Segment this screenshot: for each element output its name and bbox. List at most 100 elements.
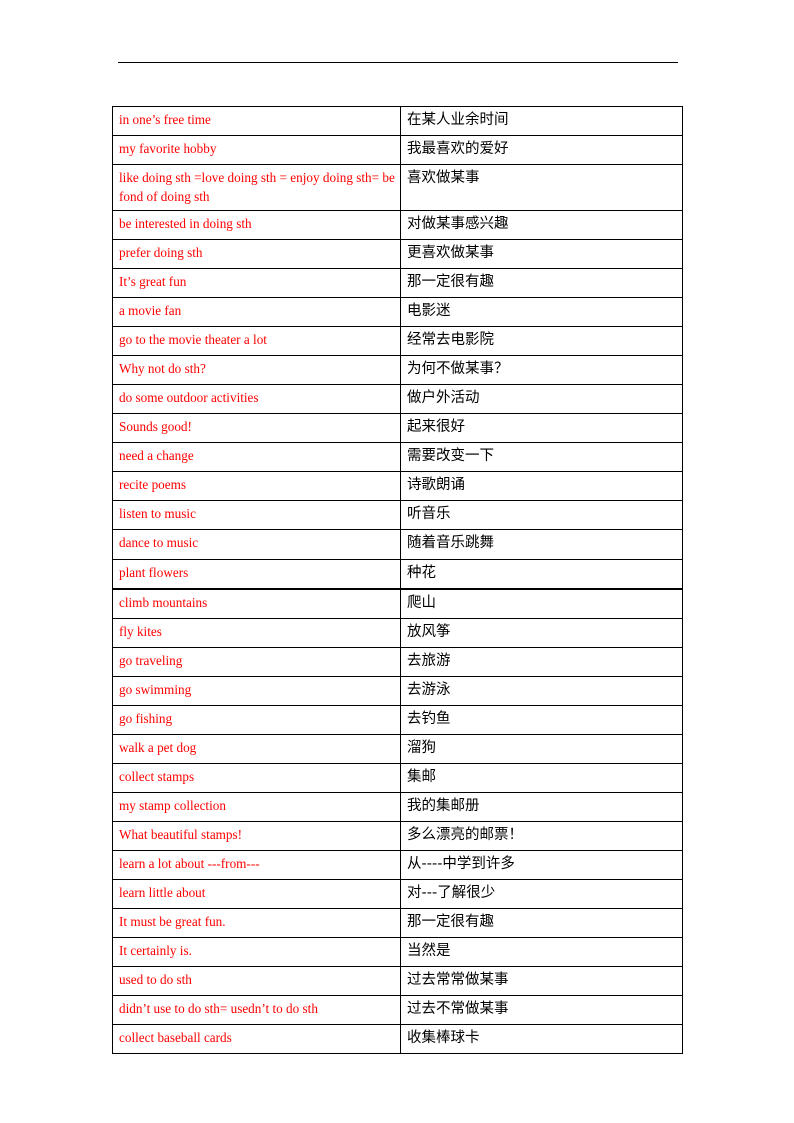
cell-chinese: 多么漂亮的邮票！ (400, 820, 683, 851)
cell-chinese: 种花 (400, 558, 683, 590)
cell-chinese: 电影迷 (400, 297, 683, 328)
cell-chinese: 放风筝 (400, 617, 683, 648)
cell-english: go fishing (112, 704, 401, 735)
cell-english: What beautiful stamps! (112, 820, 401, 851)
cell-chinese: 经常去电影院 (400, 326, 683, 357)
cell-english: learn little about (112, 878, 401, 909)
table-row: in one’s free time 在某人业余时间 (112, 105, 683, 137)
cell-english: dance to music (112, 529, 401, 560)
cell-english: be interested in doing sth (112, 210, 401, 241)
cell-english: need a change (112, 442, 401, 473)
cell-chinese: 过去常常做某事 (400, 965, 683, 996)
cell-english: fly kites (112, 617, 401, 648)
table-row: listen to music 听音乐 (112, 500, 683, 531)
cell-chinese: 对做某事感兴趣 (400, 210, 683, 241)
cell-chinese: 过去不常做某事 (400, 994, 683, 1025)
cell-chinese: 对---了解很少 (400, 878, 683, 909)
table-row: prefer doing sth 更喜欢做某事 (112, 239, 683, 270)
table-row: collect stamps 集邮 (112, 762, 683, 793)
cell-chinese: 爬山 (400, 588, 683, 619)
cell-english: my favorite hobby (112, 135, 401, 166)
cell-chinese: 我的集邮册 (400, 791, 683, 822)
cell-chinese: 去旅游 (400, 646, 683, 677)
cell-chinese: 我最喜欢的爱好 (400, 135, 683, 166)
header-rule (118, 62, 678, 63)
cell-english: a movie fan (112, 297, 401, 328)
table-row: learn little about 对---了解很少 (112, 878, 683, 909)
cell-english: recite poems (112, 471, 401, 502)
cell-english: collect baseball cards (112, 1023, 401, 1054)
table-row: do some outdoor activities 做户外活动 (112, 384, 683, 415)
cell-chinese: 喜欢做某事 (400, 164, 683, 212)
table-row: It’s great fun 那一定很有趣 (112, 268, 683, 299)
table-row: my stamp collection 我的集邮册 (112, 791, 683, 822)
cell-chinese: 去游泳 (400, 675, 683, 706)
vocabulary-table: in one’s free time 在某人业余时间 my favorite hob… (112, 105, 683, 1054)
table-row: collect baseball cards 收集棒球卡 (112, 1023, 683, 1054)
cell-chinese: 随着音乐跳舞 (400, 529, 683, 560)
table-row: be interested in doing sth 对做某事感兴趣 (112, 210, 683, 241)
table-row: walk a pet dog 溜狗 (112, 733, 683, 764)
table-row: It must be great fun. 那一定很有趣 (112, 907, 683, 938)
cell-english: Why not do sth? (112, 355, 401, 386)
cell-english: go swimming (112, 675, 401, 706)
cell-chinese: 需要改变一下 (400, 442, 683, 473)
cell-chinese: 当然是 (400, 936, 683, 967)
table-row: Why not do sth? 为何不做某事？ (112, 355, 683, 386)
cell-english: learn a lot about ---from--- (112, 849, 401, 880)
table-row: recite poems 诗歌朗诵 (112, 471, 683, 502)
cell-english: Sounds good! (112, 413, 401, 444)
cell-english: listen to music (112, 500, 401, 531)
table-row: dance to music 随着音乐跳舞 (112, 529, 683, 560)
table-row: Sounds good! 起来很好 (112, 413, 683, 444)
table-row: need a change 需要改变一下 (112, 442, 683, 473)
table-row: a movie fan 电影迷 (112, 297, 683, 328)
cell-chinese: 为何不做某事？ (400, 355, 683, 386)
cell-english: used to do sth (112, 965, 401, 996)
document-page: in one’s free time 在某人业余时间 my favorite hob… (0, 0, 794, 1123)
cell-english: prefer doing sth (112, 239, 401, 270)
table-row: go swimming 去游泳 (112, 675, 683, 706)
cell-english: like doing sth =love doing sth = enjoy d… (112, 164, 401, 212)
vocabulary-table-container: in one’s free time 在某人业余时间 my favorite hob… (112, 105, 683, 1054)
table-row: learn a lot about ---from--- 从----中学到许多 (112, 849, 683, 880)
table-row: climb mountains 爬山 (112, 588, 683, 619)
table-row: used to do sth 过去常常做某事 (112, 965, 683, 996)
table-row: like doing sth =love doing sth = enjoy d… (112, 164, 683, 212)
cell-chinese: 集邮 (400, 762, 683, 793)
table-row: fly kites 放风筝 (112, 617, 683, 648)
cell-english: collect stamps (112, 762, 401, 793)
cell-chinese: 在某人业余时间 (400, 105, 683, 137)
cell-english: walk a pet dog (112, 733, 401, 764)
cell-chinese: 更喜欢做某事 (400, 239, 683, 270)
cell-english: do some outdoor activities (112, 384, 401, 415)
cell-chinese: 那一定很有趣 (400, 907, 683, 938)
cell-chinese: 做户外活动 (400, 384, 683, 415)
table-row: go to the movie theater a lot 经常去电影院 (112, 326, 683, 357)
cell-chinese: 那一定很有趣 (400, 268, 683, 299)
cell-english: It’s great fun (112, 268, 401, 299)
cell-english: plant flowers (112, 558, 401, 590)
cell-chinese: 收集棒球卡 (400, 1023, 683, 1054)
table-row: didn’t use to do sth= usedn’t to do sth 过… (112, 994, 683, 1025)
cell-english: climb mountains (112, 588, 401, 619)
cell-chinese: 听音乐 (400, 500, 683, 531)
cell-chinese: 从----中学到许多 (400, 849, 683, 880)
table-row: What beautiful stamps! 多么漂亮的邮票！ (112, 820, 683, 851)
table-row: my favorite hobby 我最喜欢的爱好 (112, 135, 683, 166)
cell-english: didn’t use to do sth= usedn’t to do sth (112, 994, 401, 1025)
table-row: It certainly is. 当然是 (112, 936, 683, 967)
cell-english: It certainly is. (112, 936, 401, 967)
cell-english: go traveling (112, 646, 401, 677)
cell-chinese: 起来很好 (400, 413, 683, 444)
cell-chinese: 溜狗 (400, 733, 683, 764)
cell-english: go to the movie theater a lot (112, 326, 401, 357)
cell-chinese: 诗歌朗诵 (400, 471, 683, 502)
table-row: plant flowers 种花 (112, 558, 683, 590)
cell-english: my stamp collection (112, 791, 401, 822)
vocabulary-table-body: in one’s free time 在某人业余时间 my favorite hob… (112, 105, 683, 1054)
cell-chinese: 去钓鱼 (400, 704, 683, 735)
table-row: go fishing 去钓鱼 (112, 704, 683, 735)
table-row: go traveling 去旅游 (112, 646, 683, 677)
cell-english: It must be great fun. (112, 907, 401, 938)
